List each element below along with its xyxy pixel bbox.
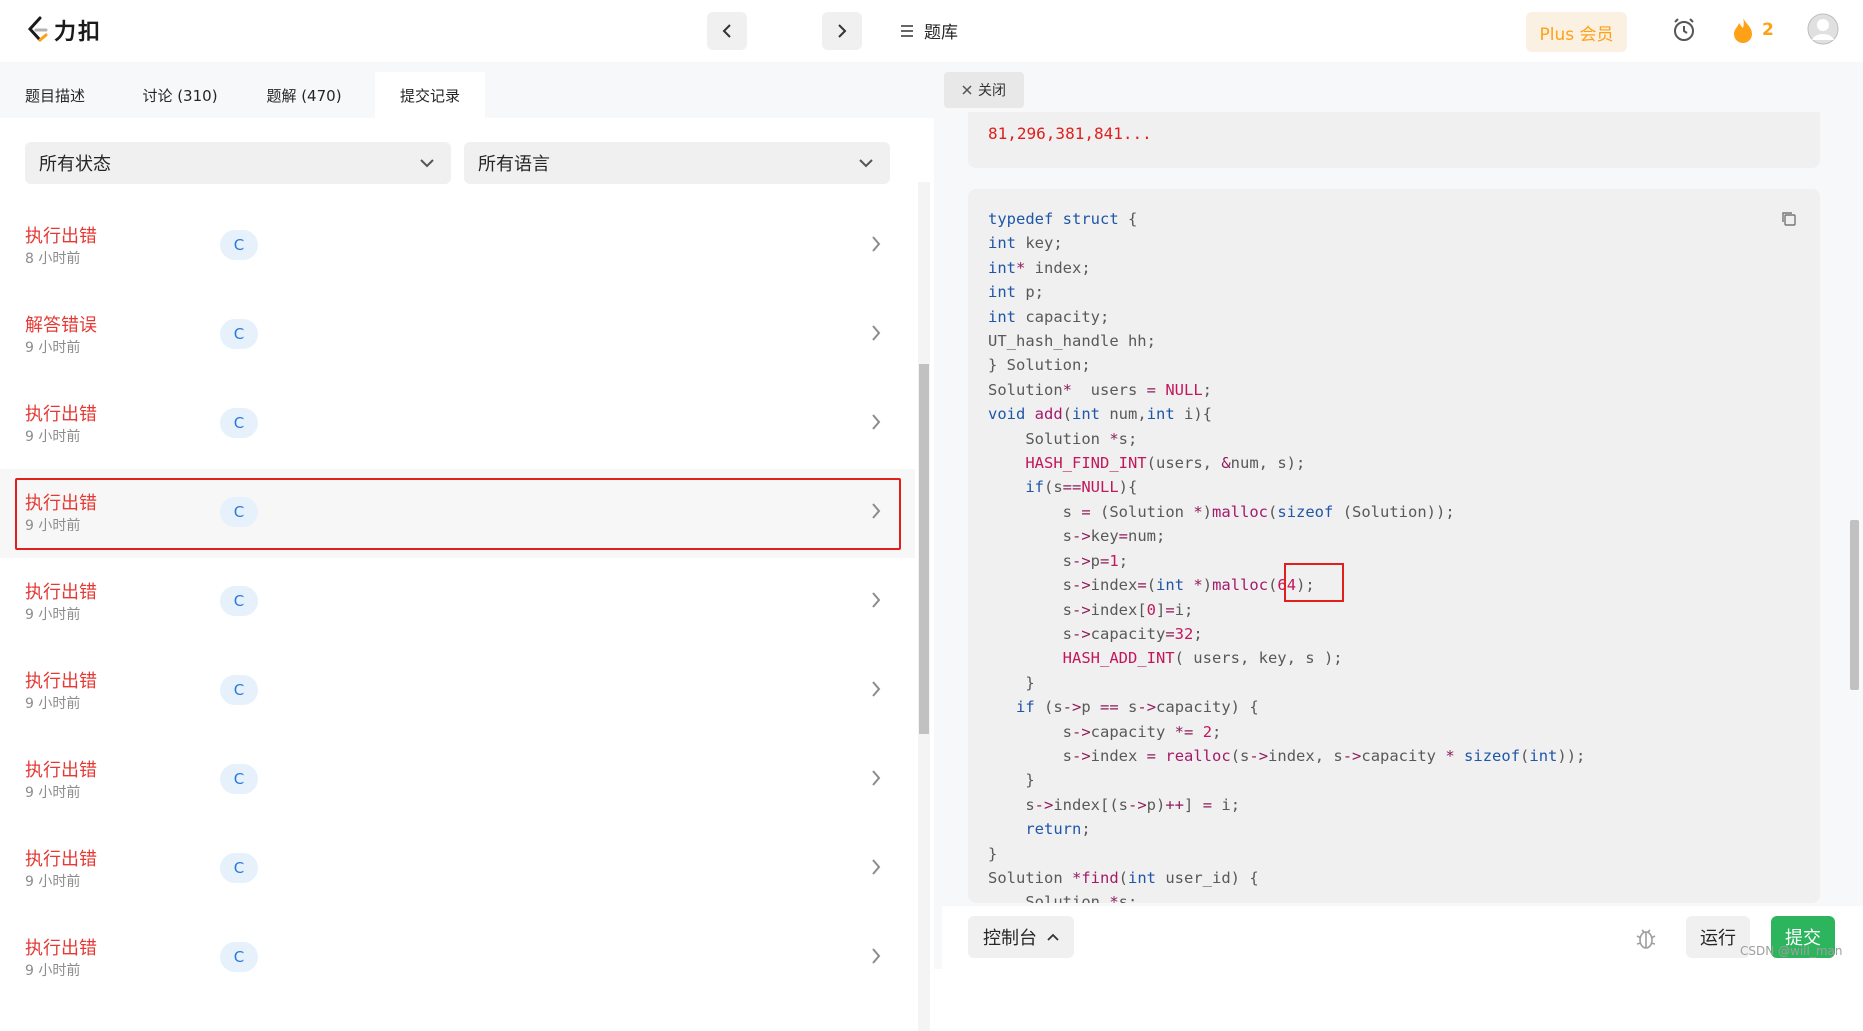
tab-solutions[interactable]: 题解 (470): [254, 72, 354, 118]
submission-time: 9 小时前: [25, 340, 81, 356]
code-scrollbar-thumb[interactable]: [1850, 520, 1859, 690]
bottom-bar: 控制台 运行 提交: [942, 906, 1863, 969]
top-bar: 力扣 题库 Plus 会员 2: [0, 0, 1863, 62]
right-panel: 关闭 81,296,381,841... typedef struct { in…: [942, 62, 1863, 969]
status-filter-select[interactable]: 所有状态: [25, 142, 451, 184]
submission-row[interactable]: 执行出错 9 小时前 C: [0, 736, 915, 825]
submission-status: 执行出错: [25, 493, 97, 514]
submission-row[interactable]: 执行出错 9 小时前 C: [0, 647, 915, 736]
problemset-link[interactable]: 题库: [900, 18, 958, 43]
submission-time: 9 小时前: [25, 607, 81, 623]
submission-status: 执行出错: [25, 404, 97, 425]
chevron-right-icon: [872, 770, 881, 786]
language-badge: C: [220, 942, 258, 972]
submission-status: 执行出错: [25, 760, 97, 781]
language-filter-value: 所有语言: [478, 154, 550, 175]
submission-time: 9 小时前: [25, 696, 81, 712]
source-code: typedef struct { int key; int* index; in…: [988, 210, 1586, 903]
console-label: 控制台: [983, 928, 1037, 949]
language-filter-select[interactable]: 所有语言: [464, 142, 890, 184]
streak-count: 2: [1762, 20, 1774, 40]
left-scrollbar-thumb[interactable]: [919, 364, 929, 734]
submission-status: 执行出错: [25, 226, 97, 247]
left-scrollbar[interactable]: [918, 182, 930, 1031]
submission-row[interactable]: 执行出错 9 小时前 C: [0, 825, 915, 914]
fire-streak-icon[interactable]: [1728, 14, 1758, 46]
submission-row[interactable]: 执行出错 8 小时前 C: [0, 202, 915, 291]
submission-time: 9 小时前: [25, 429, 81, 445]
chevron-down-icon: [859, 159, 873, 168]
chevron-up-icon: [1047, 933, 1059, 941]
language-badge: C: [220, 675, 258, 705]
tab-bar: 题目描述 讨论 (310) 题解 (470) 提交记录: [0, 62, 934, 118]
chevron-left-icon: [722, 24, 731, 38]
chevron-down-icon: [420, 159, 434, 168]
chevron-right-icon: [872, 859, 881, 875]
alarm-clock-icon[interactable]: [1668, 14, 1700, 46]
status-filter-value: 所有状态: [39, 154, 111, 175]
submission-row[interactable]: 解答错误 9 小时前 C: [0, 291, 915, 380]
submission-time: 9 小时前: [25, 963, 81, 979]
submission-status: 执行出错: [25, 849, 97, 870]
watermark: CSDN @will_man: [1740, 944, 1843, 958]
chevron-right-icon: [838, 24, 847, 38]
submission-status: 执行出错: [25, 938, 97, 959]
submission-time: 9 小时前: [25, 874, 81, 890]
submission-row[interactable]: 执行出错 9 小时前 C: [0, 914, 915, 1003]
submission-row[interactable]: 执行出错 9 小时前 C: [0, 380, 915, 469]
code-scrollbar[interactable]: [1848, 120, 1861, 900]
panel-resize-handle[interactable]: [934, 62, 942, 969]
logo-text: 力扣: [54, 20, 103, 45]
tab-submissions[interactable]: 提交记录: [375, 72, 485, 118]
language-badge: C: [220, 230, 258, 260]
problemset-label: 题库: [924, 23, 958, 43]
submission-status: 解答错误: [25, 315, 97, 336]
language-badge: C: [220, 586, 258, 616]
code-clip: typedef struct { int key; int* index; in…: [942, 62, 1842, 903]
submission-row[interactable]: 执行出错 9 小时前 C: [0, 558, 915, 647]
chevron-right-icon: [872, 325, 881, 341]
avatar[interactable]: [1806, 12, 1840, 46]
leetcode-logo-icon: [27, 16, 48, 42]
language-badge: C: [220, 319, 258, 349]
debug-bug-icon[interactable]: [1632, 924, 1660, 952]
chevron-right-icon: [872, 592, 881, 608]
chevron-right-icon: [872, 503, 881, 519]
chevron-right-icon: [872, 948, 881, 964]
chevron-right-icon: [872, 236, 881, 252]
prev-problem-button[interactable]: [707, 12, 747, 50]
console-button[interactable]: 控制台: [968, 916, 1074, 958]
tab-description[interactable]: 题目描述: [0, 72, 110, 118]
next-problem-button[interactable]: [822, 12, 862, 50]
submission-row-selected[interactable]: 执行出错 9 小时前 C: [0, 469, 915, 558]
submission-status: 执行出错: [25, 582, 97, 603]
submission-time: 8 小时前: [25, 251, 81, 267]
list-icon: [901, 24, 913, 37]
language-badge: C: [220, 853, 258, 883]
submission-time: 9 小时前: [25, 785, 81, 801]
tab-discussion[interactable]: 讨论 (310): [130, 72, 230, 118]
language-badge: C: [220, 408, 258, 438]
annotation-highlight-box: [15, 478, 901, 550]
chevron-right-icon: [872, 414, 881, 430]
annotation-highlight-box: [1284, 563, 1344, 602]
submission-time: 9 小时前: [25, 518, 81, 534]
language-badge: C: [220, 497, 258, 527]
logo[interactable]: 力扣: [26, 14, 102, 46]
chevron-right-icon: [872, 681, 881, 697]
language-badge: C: [220, 764, 258, 794]
left-panel: 题目描述 讨论 (310) 题解 (470) 提交记录 所有状态 所有语言 执行…: [0, 62, 934, 1031]
plus-membership-button[interactable]: Plus 会员: [1526, 12, 1627, 52]
submission-status: 执行出错: [25, 671, 97, 692]
